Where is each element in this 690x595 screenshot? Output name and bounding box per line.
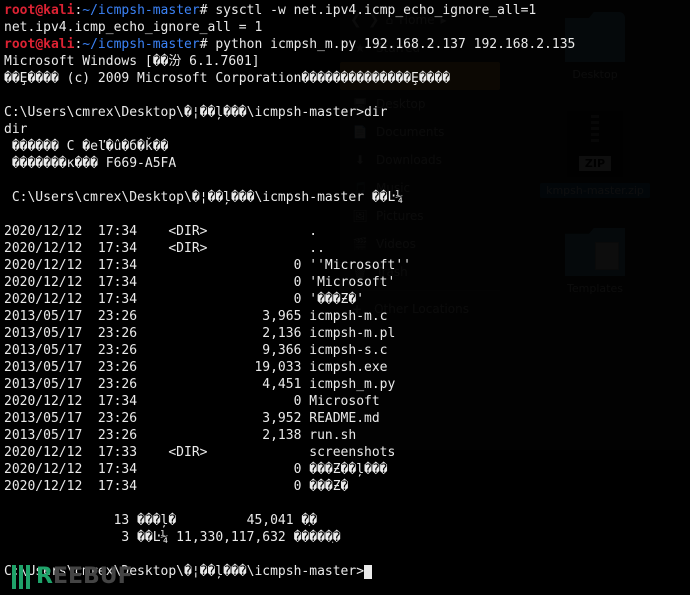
prompt-at: @ [35, 3, 43, 18]
terminal-output: C:\Users\cmrex\Desktop\�¦��ļ���\icmpsh-m… [4, 105, 388, 120]
prompt-path: ~/icmpsh-master [82, 37, 199, 52]
prompt-at: @ [35, 37, 43, 52]
terminal-output: 13 ���ļ� 45,041 �ֽ� [4, 513, 317, 528]
terminal-output: 3 ��Ŀ¼ 11,330,117,632 �����ֽ� [4, 530, 341, 545]
terminal-output: ��Ȩ���� (c) 2009 Microsoft Corporation��… [4, 71, 450, 86]
logo-text: REEBUF [36, 564, 133, 589]
terminal-output: �������к��� F669-A5FA [4, 156, 176, 171]
terminal-window[interactable]: root@kali:~/icmpsh-master# sysctl -w net… [0, 0, 690, 560]
command-text: python icmpsh_m.py 192.168.2.137 192.168… [208, 37, 576, 52]
terminal-output: Microsoft Windows [��汾 6.1.7601] [4, 54, 260, 69]
prompt-user: root [4, 37, 35, 52]
terminal-output: C:\Users\cmrex\Desktop\�¦��ļ���\icmpsh-m… [4, 190, 403, 205]
prompt-user: root [4, 3, 35, 18]
dir-listing: 2020/12/12 17:34 <DIR> . 2020/12/12 17:3… [4, 224, 411, 494]
prompt-path: ~/icmpsh-master [82, 3, 199, 18]
command-text: sysctl -w net.ipv4.icmp_echo_ignore_all=… [208, 3, 537, 18]
prompt-host: kali [43, 37, 74, 52]
terminal-output: net.ipv4.icmp_echo_ignore_all = 1 [4, 20, 262, 35]
logo-bars-icon [12, 565, 30, 589]
prompt-hash: # [200, 3, 208, 18]
prompt-hash: # [200, 37, 208, 52]
freebuf-logo: REEBUF [12, 564, 133, 589]
terminal-output: ������ C �еľ�û�б�ǩ�� [4, 139, 168, 154]
cursor[interactable] [364, 565, 372, 579]
prompt-host: kali [43, 3, 74, 18]
terminal-output: dir [4, 122, 27, 137]
